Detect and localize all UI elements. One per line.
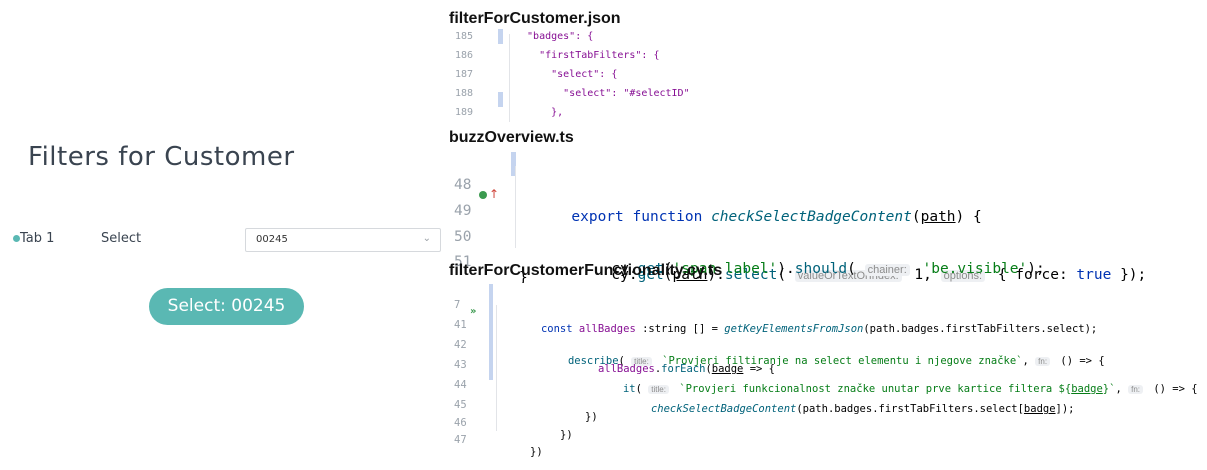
code-line: 45 }) xyxy=(454,399,598,423)
code-text: "select": { xyxy=(515,69,618,80)
code-line: 47 }) xyxy=(454,434,543,458)
selected-badge-button[interactable]: Select: 00245 xyxy=(149,288,304,325)
cy-code-panel: 7 const allBadges :string [] = getKeyEle… xyxy=(449,283,1207,458)
run-test-icon[interactable] xyxy=(479,191,487,199)
badge-select[interactable]: 00245 ⌄ xyxy=(245,228,441,252)
page-title: Filters for Customer xyxy=(28,142,295,172)
ts-code-panel: 48 export function checkSelectBadgeConte… xyxy=(449,152,1189,286)
code-line: 7 const allBadges :string [] = getKeyEle… xyxy=(454,299,1098,335)
code-line: 44 checkSelectBadgeContent(path.badges.f… xyxy=(454,379,1075,415)
file-title-cy: filterForCustomerFunctionality.cy.ts xyxy=(449,262,723,279)
line-number: 186 xyxy=(455,50,474,61)
arrow-up-icon: ↑ xyxy=(489,187,500,201)
file-title-json: filterForCustomer.json xyxy=(449,10,621,27)
json-code-panel: 185 "badges": { 186 "firstTabFilters": { 1… xyxy=(449,29,789,124)
code-text: "firstTabFilters": { xyxy=(515,50,660,61)
code-text: "select": "#selectID" xyxy=(515,88,690,99)
line-number: 189 xyxy=(455,107,474,118)
code-line: 41 » describe( title: `Provjeri filtiran… xyxy=(454,306,1105,367)
select-label: Select xyxy=(101,231,142,246)
code-line: 42 allBadges.forEach(badge => { xyxy=(454,339,775,375)
code-line: 49 ↑ cy.get(path).select( valueOrTextOrI… xyxy=(454,187,1147,283)
file-title-ts: buzzOverview.ts xyxy=(449,129,574,146)
select-value: 00245 xyxy=(256,234,288,245)
code-text: "badges": { xyxy=(515,31,594,42)
line-number: 187 xyxy=(455,69,474,80)
tab-1[interactable]: Tab 1 xyxy=(20,231,54,246)
line-number: 188 xyxy=(455,88,474,99)
code-line: 48 export function checkSelectBadgeConte… xyxy=(454,177,982,225)
line-number: 185 xyxy=(455,31,474,42)
code-line: 46 }) xyxy=(454,417,573,441)
tab-indicator-dot xyxy=(13,235,20,242)
code-text: }, xyxy=(515,107,564,118)
filter-row: Tab 1 Select 00245 ⌄ xyxy=(0,228,450,252)
code-line: 43 it( title: `Provjeri funkcionalnost z… xyxy=(454,359,1198,395)
chevron-down-icon: ⌄ xyxy=(422,233,431,244)
code-line: 50 cy.get('span.label').should( chainer:… xyxy=(454,229,1045,277)
code-line: 51 } xyxy=(454,254,528,286)
run-all-tests-icon[interactable]: » xyxy=(470,306,476,317)
